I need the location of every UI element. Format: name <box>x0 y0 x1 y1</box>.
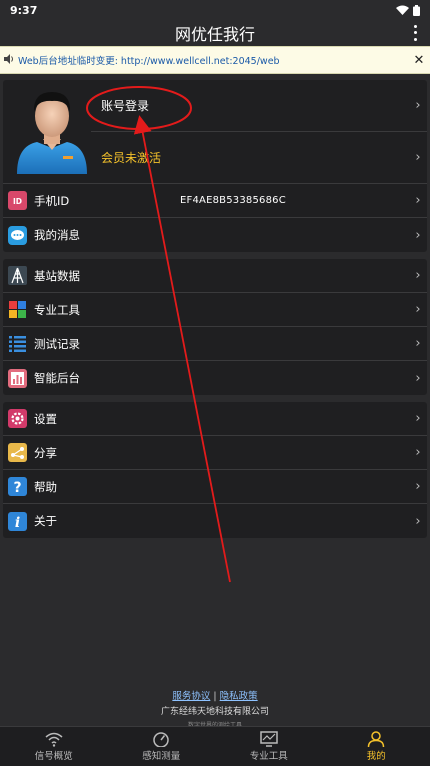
chart-icon <box>8 368 27 388</box>
notice-banner: Web后台地址临时变更: http://www.wellcell.net:204… <box>0 46 430 74</box>
app-bar: 网优任我行 <box>0 20 430 46</box>
about-row[interactable]: i 关于 › <box>3 504 427 538</box>
help-icon: ? <box>8 477 27 496</box>
wifi-icon <box>396 5 409 15</box>
chevron-right-icon: › <box>415 411 421 426</box>
test-records-row[interactable]: 测试记录 › <box>3 327 427 361</box>
base-station-row[interactable]: 基站数据 › <box>3 259 427 293</box>
company-name: 广东经纬天地科技有限公司 <box>160 707 269 717</box>
smart-backend-label: 智能后台 <box>34 371 80 385</box>
status-bar: 9:37 <box>0 0 430 20</box>
phone-id-row[interactable]: ID 手机ID EF4AE8B53385686C › <box>3 184 427 218</box>
close-icon[interactable]: ✕ <box>412 53 426 68</box>
footer-links: 服务协议 | 隐私政策 <box>0 688 430 702</box>
battery-icon <box>413 4 420 16</box>
avatar <box>3 80 91 183</box>
chevron-right-icon: › <box>415 227 421 243</box>
base-station-icon <box>8 266 27 285</box>
help-label: 帮助 <box>34 479 57 494</box>
help-row[interactable]: ? 帮助 › <box>3 470 427 504</box>
message-icon <box>8 225 27 245</box>
speaker-icon <box>4 53 14 67</box>
nav-signal-overview[interactable]: 信号概览 <box>0 727 108 766</box>
footer: 服务协议 | 隐私政策 广东经纬天地科技有限公司 数字世界的测绘工具 <box>0 688 430 729</box>
pro-tools-label: 专业工具 <box>34 302 80 317</box>
phone-id-value: EF4AE8B53385686C <box>180 195 286 206</box>
chevron-right-icon: › <box>415 268 421 283</box>
svg-text:ID: ID <box>13 197 22 206</box>
info-icon: i <box>8 511 27 531</box>
bottom-nav: 信号概览 感知测量 专业工具 我的 <box>0 726 430 766</box>
smart-backend-row[interactable]: 智能后台 › <box>3 361 427 395</box>
test-records-label: 测试记录 <box>34 336 80 351</box>
nav-perception-label: 感知测量 <box>142 751 181 762</box>
status-time: 9:37 <box>10 3 38 17</box>
monitor-icon <box>260 731 278 747</box>
svg-text:i: i <box>15 515 20 531</box>
pro-tools-row[interactable]: 专业工具 › <box>3 293 427 327</box>
signal-icon <box>45 732 63 747</box>
member-status-label: 会员未激活 <box>101 151 162 165</box>
nav-mine-label: 我的 <box>366 751 386 762</box>
footer-separator: | <box>213 691 217 702</box>
nav-pro-tools-label: 专业工具 <box>249 751 288 762</box>
chevron-right-icon: › <box>415 193 421 208</box>
svg-text:?: ? <box>13 480 21 496</box>
tools-card: 基站数据 › 专业工具 › 测试记录 › 智能后台 › <box>3 259 427 395</box>
speedometer-icon <box>153 732 169 747</box>
status-icons <box>396 4 420 16</box>
id-icon: ID <box>8 191 27 210</box>
share-icon <box>8 443 27 462</box>
chevron-right-icon: › <box>415 513 421 529</box>
misc-card: 设置 › 分享 › ? 帮助 › i 关于 › <box>3 402 427 538</box>
my-messages-row[interactable]: 我的消息 › <box>3 218 427 252</box>
settings-row[interactable]: 设置 › <box>3 402 427 436</box>
chevron-right-icon: › <box>415 445 421 460</box>
profile-card: 账号登录 › 会员未激活 › ID 手机ID EF4AE8B53385686C … <box>3 80 427 252</box>
chevron-right-icon: › <box>415 479 421 494</box>
about-label: 关于 <box>34 514 57 528</box>
nav-signal-label: 信号概览 <box>34 751 73 762</box>
gear-icon <box>8 409 27 428</box>
tools-icon <box>8 300 27 319</box>
member-status-row[interactable]: 会员未激活 › <box>91 131 427 183</box>
nav-perception[interactable]: 感知测量 <box>108 727 216 766</box>
profile-section: 账号登录 › 会员未激活 › <box>3 80 427 184</box>
chevron-right-icon: › <box>415 370 421 386</box>
more-options-button[interactable] <box>410 23 420 43</box>
user-icon <box>368 731 385 747</box>
base-station-label: 基站数据 <box>34 268 80 283</box>
service-agreement-link[interactable]: 服务协议 <box>172 691 210 702</box>
list-icon <box>8 334 27 353</box>
account-login-row[interactable]: 账号登录 › <box>91 80 427 131</box>
chevron-right-icon: › <box>415 98 421 113</box>
privacy-policy-link[interactable]: 隐私政策 <box>220 691 258 702</box>
app-title: 网优任我行 <box>174 25 255 44</box>
my-messages-label: 我的消息 <box>34 228 80 242</box>
share-label: 分享 <box>34 445 57 460</box>
chevron-right-icon: › <box>415 336 421 351</box>
share-row[interactable]: 分享 › <box>3 436 427 470</box>
nav-pro-tools[interactable]: 专业工具 <box>215 727 323 766</box>
settings-label: 设置 <box>34 411 57 426</box>
chevron-right-icon: › <box>415 150 421 165</box>
account-login-label: 账号登录 <box>101 99 150 113</box>
notice-text: Web后台地址临时变更: http://www.wellcell.net:204… <box>18 56 280 67</box>
chevron-right-icon: › <box>415 302 421 317</box>
nav-mine[interactable]: 我的 <box>323 727 430 766</box>
